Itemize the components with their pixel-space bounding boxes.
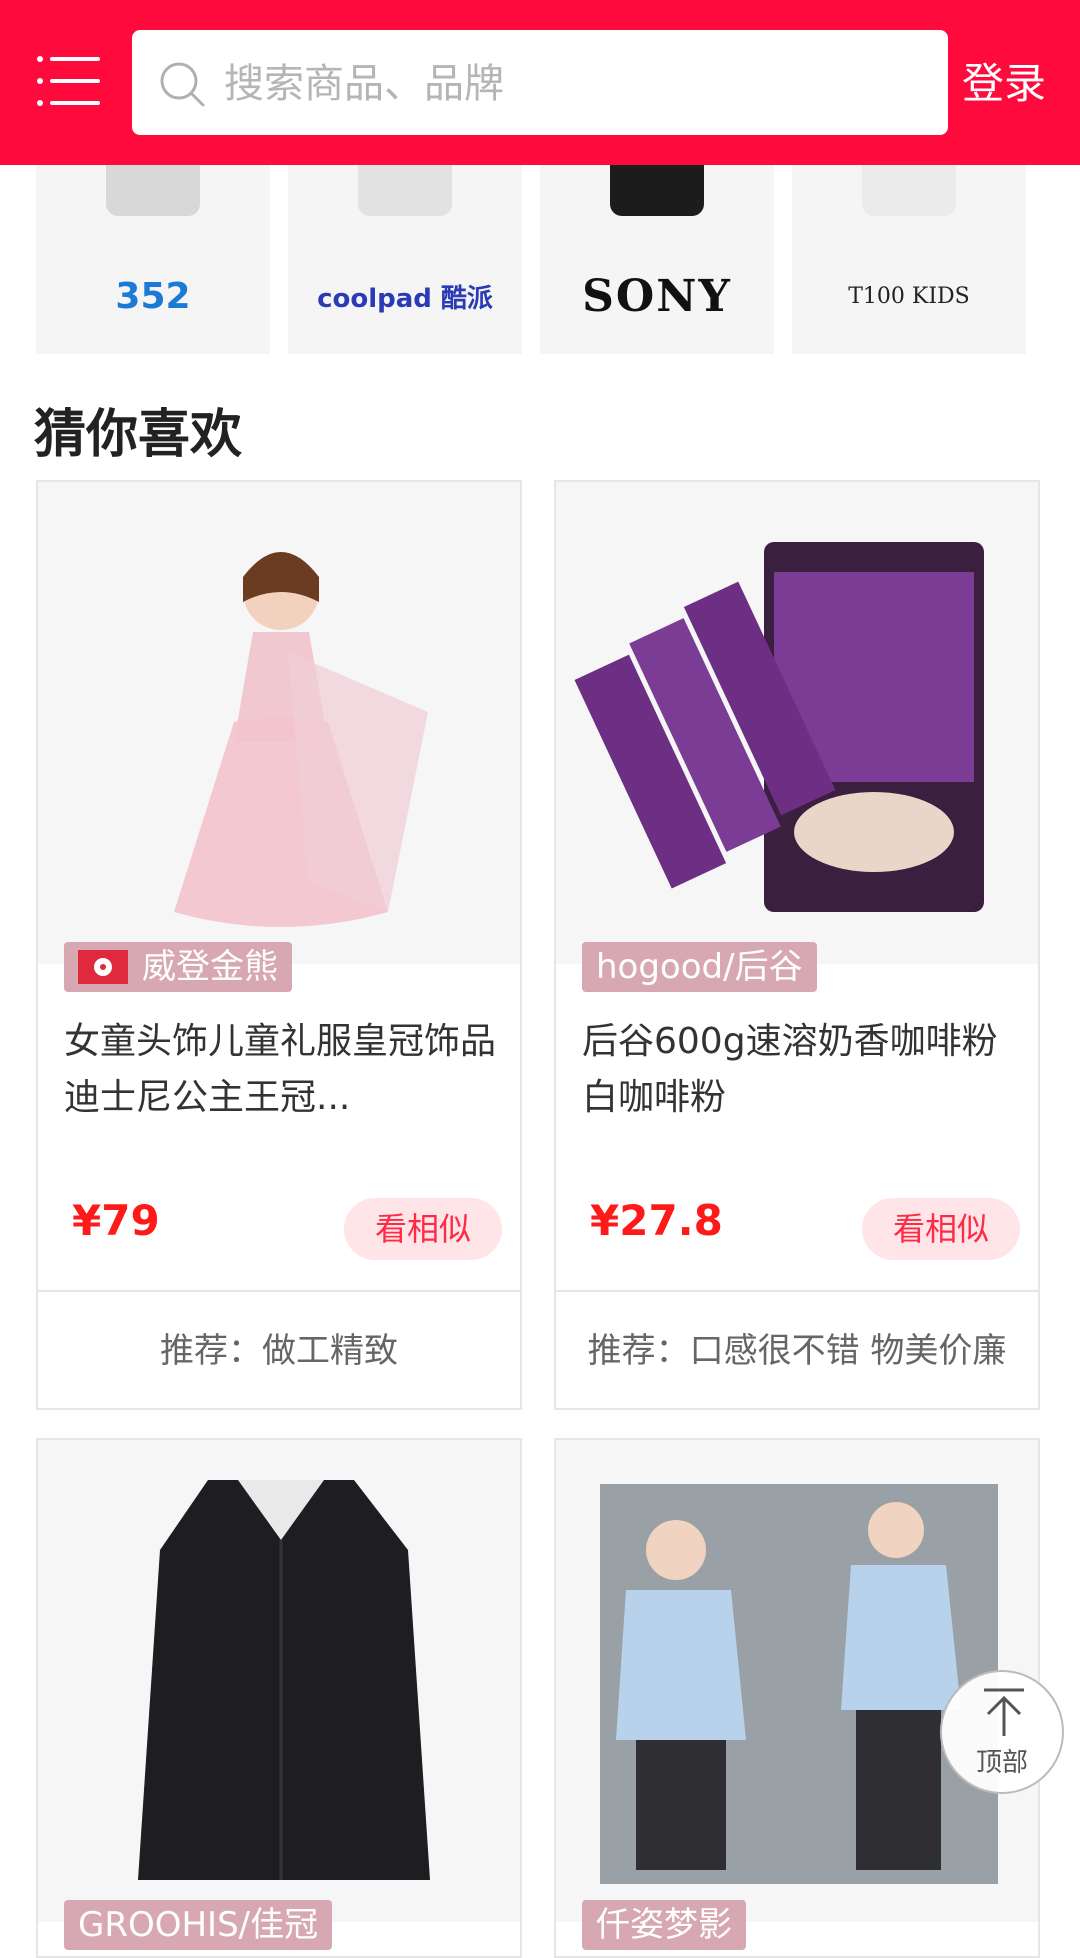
product-price: ¥27.8: [590, 1196, 723, 1245]
brand-tag: GROOHIS/佳冠: [64, 1900, 333, 1950]
brand-item-352[interactable]: 352: [36, 140, 270, 354]
menu-icon[interactable]: [36, 55, 100, 107]
brand-product-image: [610, 160, 704, 216]
section-title: 猜你喜欢: [34, 405, 243, 465]
brand-tag: 仟姿梦影: [582, 1900, 746, 1950]
brand-tag-label: GROOHIS/佳冠: [78, 1905, 319, 1945]
brand-tag-label: hogood/后谷: [596, 947, 803, 987]
brand-name: coolpad 酷派: [317, 283, 493, 314]
product-title[interactable]: 女童头饰儿童礼服皇冠饰品迪士尼公主王冠...: [64, 1014, 504, 1126]
brand-tag-label: 威登金熊: [142, 947, 278, 987]
arrow-up-icon: [984, 1688, 1024, 1736]
dress-illustration: [174, 552, 428, 927]
back-to-top-button[interactable]: 顶部: [940, 1670, 1064, 1794]
brand-logo: SONY: [540, 266, 774, 326]
top-header: 登录: [0, 0, 1080, 165]
search-bar[interactable]: [132, 30, 948, 137]
find-similar-button[interactable]: 看相似: [344, 1198, 502, 1260]
search-input[interactable]: [222, 30, 926, 137]
product-card[interactable]: hogood/后谷 后谷600g速溶奶香咖啡粉白咖啡粉 ¥27.8 看相似 推荐…: [554, 480, 1040, 1410]
jacket-illustration: [138, 1480, 430, 1880]
product-price: ¥79: [72, 1196, 160, 1245]
brand-logo: 352: [36, 266, 270, 326]
brand-name: T100 KIDS: [848, 283, 970, 309]
brand-name: 352: [115, 275, 191, 317]
brand-product-image: [358, 160, 452, 216]
brand-tag-label: 仟姿梦影: [596, 1905, 732, 1945]
product-image[interactable]: [38, 482, 520, 964]
brand-logo: T100 KIDS: [792, 266, 1026, 326]
brand-item-coolpad[interactable]: coolpad 酷派: [288, 140, 522, 354]
brand-logo: coolpad 酷派: [288, 266, 522, 326]
find-similar-button[interactable]: 看相似: [862, 1198, 1020, 1260]
product-card[interactable]: GROOHIS/佳冠: [36, 1438, 522, 1958]
search-icon: [160, 62, 205, 107]
product-title[interactable]: 后谷600g速溶奶香咖啡粉白咖啡粉: [582, 1014, 1022, 1126]
product-card[interactable]: 威登金熊 女童头饰儿童礼服皇冠饰品迪士尼公主王冠... ¥79 看相似 推荐：做…: [36, 480, 522, 1410]
hong-kong-flag-icon: [78, 950, 128, 984]
login-link[interactable]: 登录: [962, 54, 1046, 114]
product-image[interactable]: [556, 482, 1038, 964]
brand-item-t100-kids[interactable]: T100 KIDS: [792, 140, 1026, 354]
brand-item-sony[interactable]: SONY: [540, 140, 774, 354]
brand-product-image: [862, 160, 956, 216]
brand-name: SONY: [582, 270, 732, 322]
coffee-pack-illustration: [574, 542, 984, 912]
brand-tag: hogood/后谷: [582, 942, 817, 992]
brand-strip: 352 coolpad 酷派 SONY T100 KIDS: [36, 140, 1036, 354]
product-image[interactable]: [38, 1440, 520, 1922]
recommend-text: 推荐：口感很不错 物美价廉: [587, 1331, 1007, 1371]
brand-product-image: [106, 160, 200, 216]
back-to-top-label: 顶部: [975, 1748, 1028, 1778]
recommend-text: 推荐：做工精致: [160, 1331, 398, 1371]
brand-tag: 威登金熊: [64, 942, 292, 992]
